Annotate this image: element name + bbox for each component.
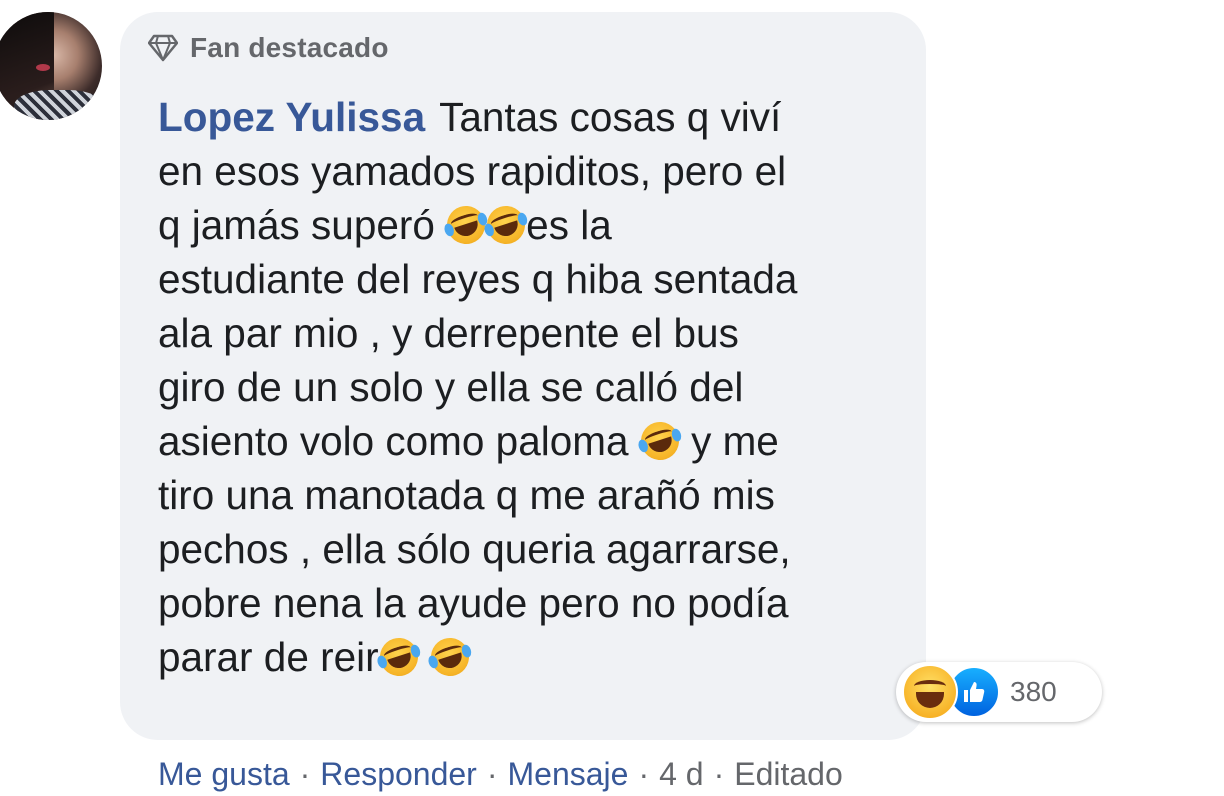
avatar-lips [36, 64, 50, 71]
haha-reaction-icon [902, 664, 958, 720]
reply-button[interactable]: Responder [320, 756, 477, 793]
comment-text: pobre nena la ayude pero no podía [158, 580, 789, 626]
rolling-laughing-emoji-icon [425, 633, 474, 681]
user-avatar[interactable] [0, 12, 102, 120]
comment-text: tiro una manotada q me arañó mis [158, 472, 775, 518]
comment-line: parar de reir [158, 630, 918, 684]
comment-line: giro de un solo y ella se calló del [158, 360, 918, 414]
comment-text: q jamás superó [158, 202, 435, 248]
reaction-count: 380 [1010, 676, 1057, 707]
comment-text: parar de reir [158, 634, 379, 680]
rolling-laughing-emoji-icon [482, 201, 531, 249]
comment-text: ala par mio , y derrepente el bus [158, 310, 739, 356]
top-fan-badge[interactable]: Fan destacado [148, 28, 389, 68]
rolling-laughing-emoji-icon [635, 417, 684, 465]
comment-line: tiro una manotada q me arañó mis [158, 468, 918, 522]
badge-label: Fan destacado [190, 32, 389, 63]
comment-text: y me [691, 418, 779, 464]
comment-line: q jamás superó es la [158, 198, 918, 252]
comment-line: asiento volo como paloma y me [158, 414, 918, 468]
comment-text: giro de un solo y ella se calló del [158, 364, 744, 410]
separator: · [486, 755, 498, 792]
comment-line: ala par mio , y derrepente el bus [158, 306, 918, 360]
comment-author-link[interactable]: Lopez Yulissa [158, 94, 425, 140]
separator: · [299, 755, 311, 792]
comment-text: asiento volo como paloma [158, 418, 629, 464]
comment-line: Lopez Yulissa Tantas cosas q viví [158, 90, 918, 144]
comment-line: estudiante del reyes q hiba sentada [158, 252, 918, 306]
rolling-laughing-emoji-icon [374, 633, 423, 681]
comment-text: estudiante del reyes q hiba sentada [158, 256, 798, 302]
comment-text: pechos , ella sólo queria agarrarse, [158, 526, 791, 572]
separator: · [713, 755, 725, 792]
like-button[interactable]: Me gusta [158, 756, 290, 793]
thumbs-up-icon [964, 682, 985, 702]
comment-actions: Me gusta · Responder · Mensaje · 4 d · E… [158, 752, 843, 796]
comment-body: Lopez Yulissa Tantas cosas q viví en esos… [158, 90, 918, 684]
diamond-icon [148, 34, 178, 62]
edited-label[interactable]: Editado [734, 756, 843, 793]
comment-text: en esos yamados rapiditos, pero el [158, 148, 787, 194]
comment-text: Tantas cosas q viví [439, 94, 782, 140]
message-button[interactable]: Mensaje [507, 756, 628, 793]
comment-line: en esos yamados rapiditos, pero el [158, 144, 918, 198]
separator: · [638, 755, 650, 792]
comment-line: pobre nena la ayude pero no podía [158, 576, 918, 630]
comment-timestamp[interactable]: 4 d [659, 756, 703, 793]
reactions-summary[interactable]: 380 [896, 662, 1102, 722]
rolling-laughing-emoji-icon [442, 201, 491, 249]
avatar-clothing [14, 90, 102, 120]
comment-text: es la [526, 202, 612, 248]
comment-line: pechos , ella sólo queria agarrarse, [158, 522, 918, 576]
